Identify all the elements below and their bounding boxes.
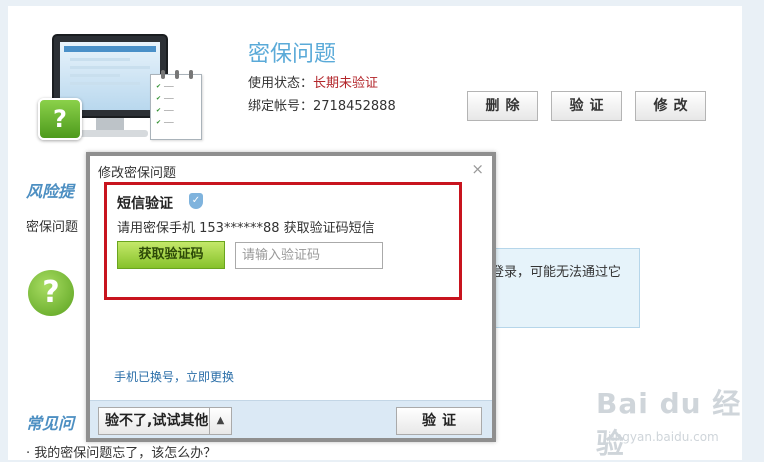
tip-box: 登录，可能无法通过它 (484, 248, 640, 328)
shield-icon: ✓ (189, 193, 203, 209)
faq-item[interactable]: · 我的密保问题忘了，该怎么办？ (26, 442, 216, 461)
modify-question-dialog: 修改密保问题 × 短信验证 ✓ 请用密保手机 153******88 获取验证码… (86, 152, 496, 442)
baidu-watermark-logo: Bai du 经验 (596, 387, 742, 460)
get-code-button[interactable]: 获取验证码 (117, 241, 225, 269)
try-other-button[interactable]: 验不了,试试其他 ▲ (98, 407, 232, 435)
verify-button[interactable]: 验证 (551, 91, 622, 121)
status-label: 使用状态： (248, 76, 314, 91)
help-question-icon: ? (28, 270, 74, 316)
try-other-label: 验不了,试试其他 (105, 413, 209, 429)
status-value: 长期未验证 (313, 76, 379, 91)
close-icon[interactable]: × (471, 160, 484, 178)
edit-button[interactable]: 修改 (635, 91, 706, 121)
dialog-footer: 验不了,试试其他 ▲ 验证 (90, 400, 492, 438)
security-illustration: ✔ ━━━━ ✔ ━━━━ ✔ ━━━━ ✔ ━━━━ ? (38, 34, 208, 146)
dialog-header: 修改密保问题 × (90, 156, 492, 181)
risk-text: 密保问题 (26, 220, 79, 235)
delete-button[interactable]: 删除 (467, 91, 538, 121)
dropdown-arrow-icon[interactable]: ▲ (209, 408, 231, 434)
checklist-icon: ✔ ━━━━ ✔ ━━━━ ✔ ━━━━ ✔ ━━━━ (150, 70, 202, 140)
risk-heading: 风险提 (26, 182, 75, 201)
status-line: 使用状态：长期未验证 (248, 72, 378, 91)
dialog-title: 修改密保问题 (98, 166, 177, 181)
sms-description: 请用密保手机 153******88 获取验证码短信 (117, 221, 375, 236)
faq-heading: 常见问 (26, 414, 75, 433)
page-title: 密保问题 (248, 42, 337, 67)
question-bubble-icon: ? (38, 98, 82, 140)
sms-title: 短信验证 (117, 196, 173, 212)
account-label: 绑定帐号： (248, 99, 314, 114)
baidu-watermark-url: jingyan.baidu.com (608, 430, 719, 444)
tip-text: 登录，可能无法通过它 (491, 265, 622, 280)
dialog-verify-button[interactable]: 验证 (396, 407, 482, 435)
code-input[interactable] (235, 242, 383, 269)
change-phone-link[interactable]: 手机已换号，立即更换 (114, 368, 234, 385)
account-value: 2718452888 (313, 99, 396, 114)
account-line: 绑定帐号：2718452888 (248, 95, 396, 114)
sms-verify-section: 短信验证 ✓ 请用密保手机 153******88 获取验证码短信 获取验证码 (104, 182, 462, 300)
